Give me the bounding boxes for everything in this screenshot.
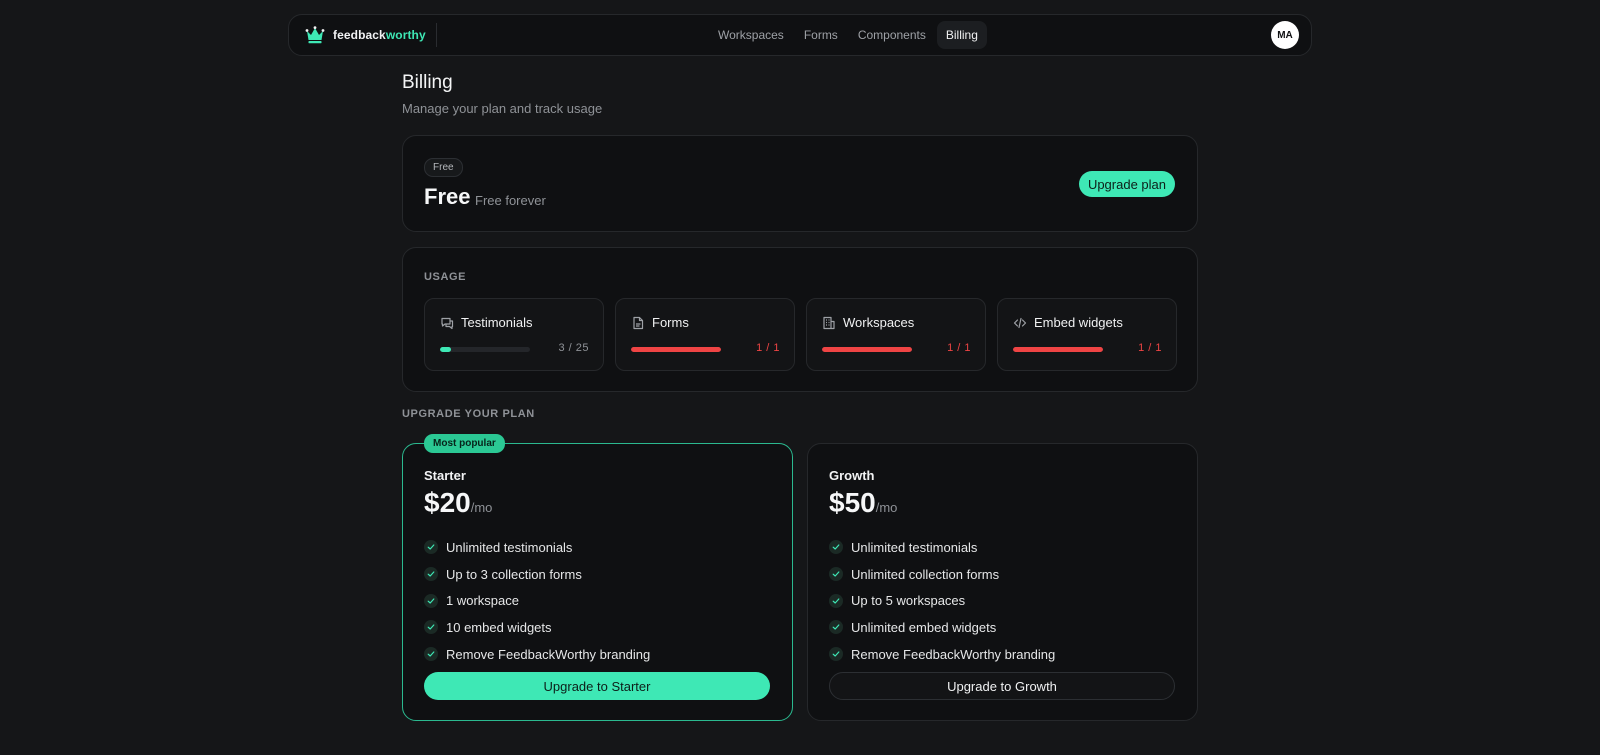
feature-item: Unlimited embed widgets [829,614,1055,641]
feature-item: Remove FeedbackWorthy branding [829,641,1055,668]
check-icon [829,647,843,662]
building-icon [822,316,836,330]
check-icon [424,593,438,608]
check-icon [829,620,843,635]
usage-progress-fill [822,347,912,352]
upgrade-section-label: UPGRADE YOUR PLAN [402,408,535,420]
feature-text: 10 embed widgets [446,619,552,635]
usage-grid: Testimonials 3 / 25 Forms 1 / 1 Workspac… [424,298,1177,371]
feature-item: Unlimited testimonials [424,534,650,561]
page-title: Billing [402,72,453,93]
usage-name: Testimonials [461,315,533,330]
feature-text: Unlimited embed widgets [851,619,997,635]
tier-name: Starter [424,468,466,483]
tier-price-amount: $20 [424,487,471,518]
usage-tile-workspaces: Workspaces 1 / 1 [806,298,986,371]
usage-count: 1 / 1 [756,342,780,354]
feature-list: Unlimited testimonials Up to 3 collectio… [424,534,650,667]
usage-progress-bar [1013,347,1103,352]
upgrade-to-starter-button[interactable]: Upgrade to Starter [424,672,770,700]
check-icon [424,567,438,582]
nav-components[interactable]: Components [849,21,935,49]
check-icon [424,620,438,635]
code-icon [1013,316,1027,330]
check-icon [829,593,843,608]
usage-name: Workspaces [843,315,915,330]
usage-count: 1 / 1 [1138,342,1162,354]
usage-progress-fill [1013,347,1103,352]
check-icon [424,647,438,662]
feature-item: Up to 3 collection forms [424,561,650,588]
usage-progress-fill [440,347,451,352]
tier-price: $20/mo [424,487,492,519]
feature-item: 1 workspace [424,587,650,614]
usage-progress-bar [440,347,530,352]
feature-text: Unlimited testimonials [446,539,573,555]
top-nav: feedbackworthy Workspaces Forms Componen… [288,14,1312,56]
nav-forms[interactable]: Forms [795,21,847,49]
feature-item: 10 embed widgets [424,614,650,641]
feature-text: Unlimited testimonials [851,539,978,555]
nav-workspaces[interactable]: Workspaces [709,21,793,49]
brand-name-part2: worthy [385,28,426,42]
brand[interactable]: feedbackworthy [305,23,437,47]
current-plan-card: Free Free Free forever Upgrade plan [402,135,1198,232]
usage-progress-bar [631,347,721,352]
feature-text: Up to 5 workspaces [851,593,966,609]
plan-badge: Free [424,158,463,177]
tier-price-amount: $50 [829,487,876,518]
usage-count: 1 / 1 [947,342,971,354]
check-icon [829,567,843,582]
brand-name: feedbackworthy [333,28,426,42]
crown-icon [305,25,325,45]
file-icon [631,316,645,330]
upgrade-to-growth-button[interactable]: Upgrade to Growth [829,672,1175,700]
tier-price-period: /mo [470,500,493,515]
plan-description: Free forever [475,193,546,208]
message-icon [440,316,454,330]
feature-item: Unlimited collection forms [829,561,1055,588]
usage-name: Forms [652,315,689,330]
feature-text: Remove FeedbackWorthy branding [446,646,651,662]
usage-label: USAGE [424,271,467,283]
nav-links: Workspaces Forms Components Billing [709,15,987,55]
feature-text: 1 workspace [446,593,519,609]
usage-tile-forms: Forms 1 / 1 [615,298,795,371]
feature-item: Unlimited testimonials [829,534,1055,561]
check-icon [829,540,843,555]
page-subtitle: Manage your plan and track usage [402,101,603,116]
tier-card-starter: Most popular Starter $20/mo Unlimited te… [402,434,793,721]
feature-item: Remove FeedbackWorthy branding [424,641,650,668]
tier-name: Growth [829,468,875,483]
usage-card: USAGE Testimonials 3 / 25 Forms 1 / 1 Wo… [402,247,1198,392]
usage-progress-fill [631,347,721,352]
usage-tile-testimonials: Testimonials 3 / 25 [424,298,604,371]
tier-price-period: /mo [875,500,898,515]
feature-item: Up to 5 workspaces [829,587,1055,614]
usage-count: 3 / 25 [558,342,589,354]
feature-list: Unlimited testimonials Unlimited collect… [829,534,1055,667]
tier-card-growth: Growth $50/mo Unlimited testimonials Unl… [807,443,1198,721]
check-icon [424,540,438,555]
upgrade-plan-button[interactable]: Upgrade plan [1078,171,1175,197]
brand-name-part1: feedback [333,28,386,42]
usage-tile-embed-widgets: Embed widgets 1 / 1 [997,298,1177,371]
usage-name: Embed widgets [1034,315,1123,330]
avatar[interactable]: MA [1271,21,1299,49]
tier-price: $50/mo [829,487,897,519]
nav-billing[interactable]: Billing [936,21,987,49]
usage-progress-bar [822,347,912,352]
feature-text: Up to 3 collection forms [446,566,582,582]
most-popular-badge: Most popular [424,434,505,453]
plan-name: Free [424,184,471,209]
feature-text: Unlimited collection forms [851,566,1000,582]
feature-text: Remove FeedbackWorthy branding [851,646,1056,662]
